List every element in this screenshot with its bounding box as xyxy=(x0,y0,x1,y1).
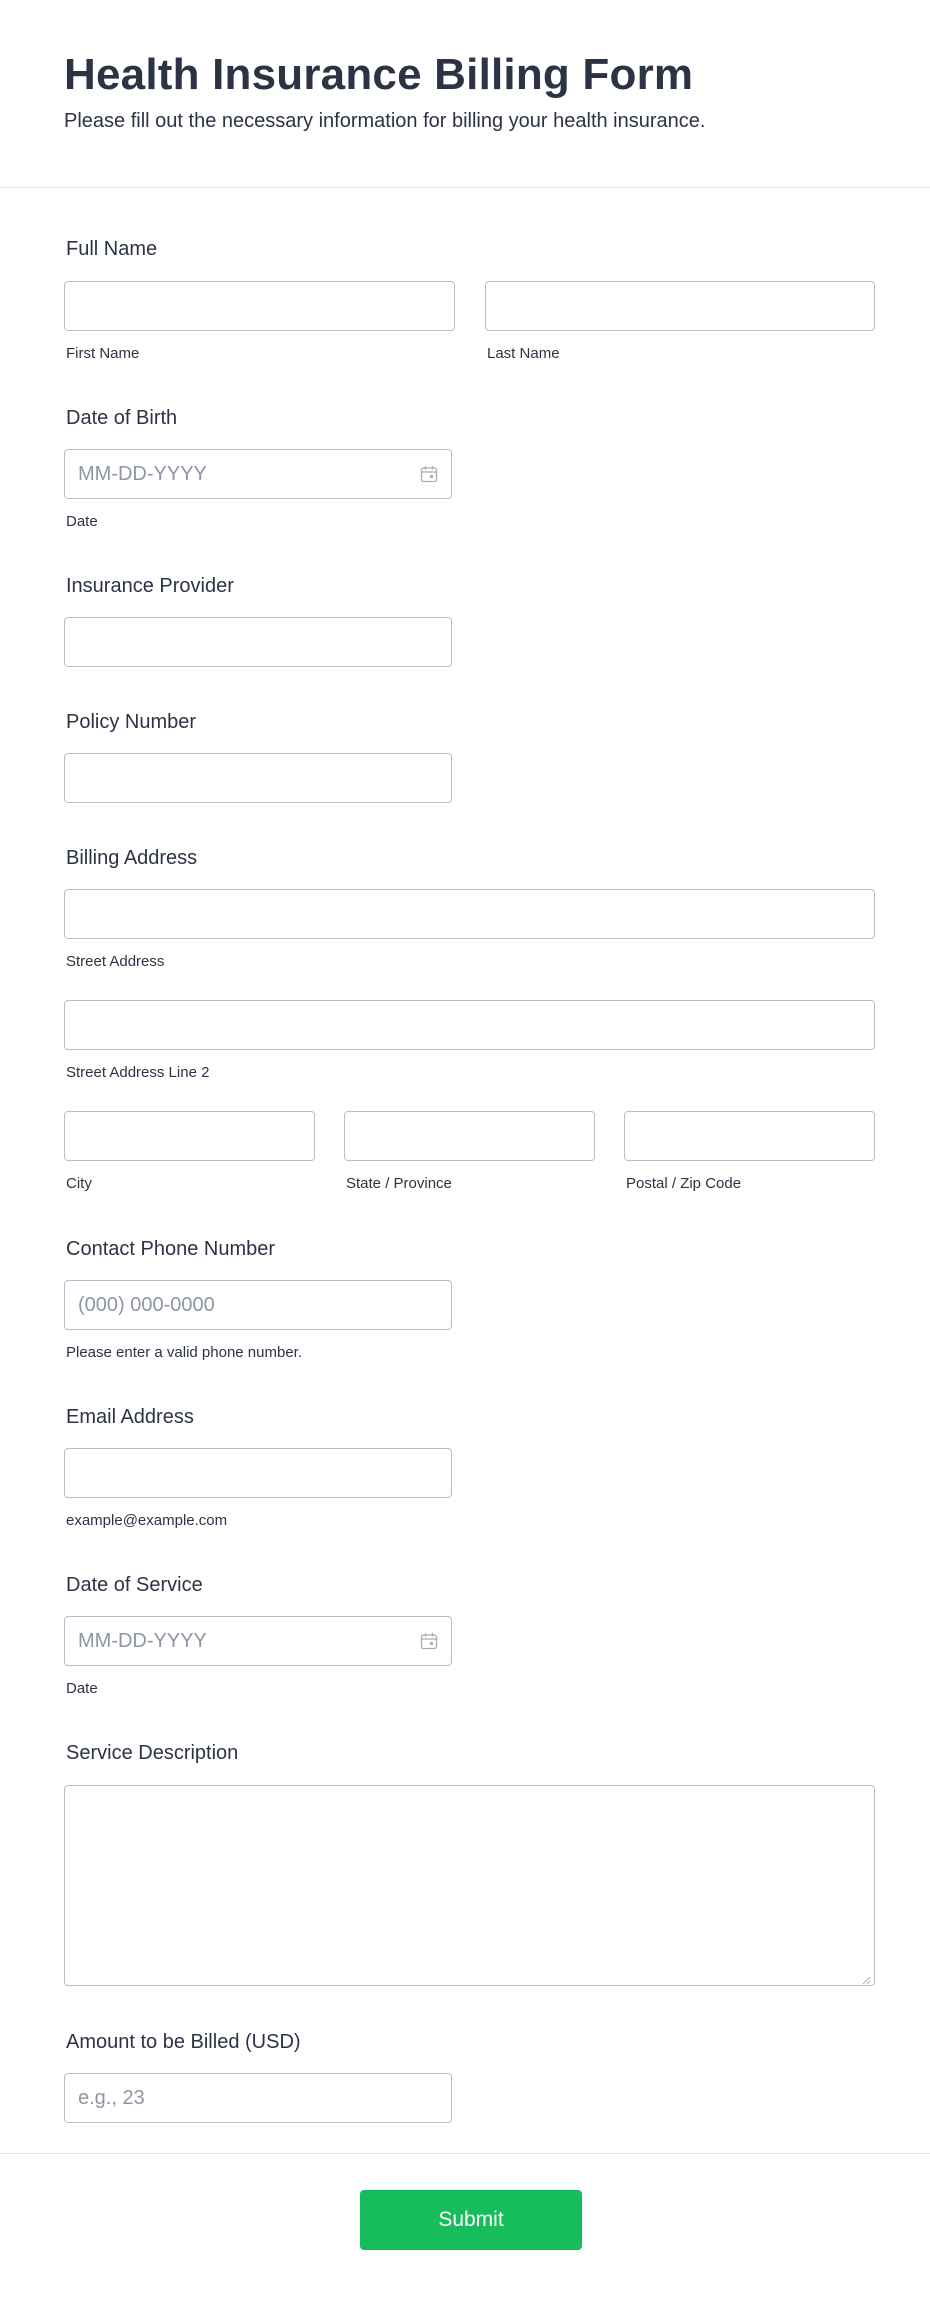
last-name-sublabel: Last Name xyxy=(487,345,560,362)
date-of-service-field[interactable]: MM-DD-YYYY xyxy=(64,1616,452,1666)
service-description-label: Service Description xyxy=(66,1742,239,1764)
first-name-field[interactable] xyxy=(64,281,455,331)
state-province-sublabel: State / Province xyxy=(346,1175,452,1192)
form-header: Health Insurance Billing Form Please fil… xyxy=(0,0,930,188)
submit-button[interactable]: Submit xyxy=(360,2190,582,2250)
full-name-label: Full Name xyxy=(66,238,158,260)
dob-label: Date of Birth xyxy=(66,407,178,429)
phone-placeholder: (000) 000-0000 xyxy=(78,1293,215,1316)
amount-field[interactable]: e.g., 23 xyxy=(64,2073,452,2123)
insurance-provider-label: Insurance Provider xyxy=(66,575,234,597)
dob-placeholder: MM-DD-YYYY xyxy=(78,462,207,485)
city-sublabel: City xyxy=(66,1175,92,1192)
street-address-sublabel: Street Address xyxy=(66,953,165,970)
postal-code-field[interactable] xyxy=(624,1111,875,1161)
form-subtitle: Please fill out the necessary informatio… xyxy=(64,110,706,132)
billing-address-label: Billing Address xyxy=(66,847,198,869)
email-sublabel: example@example.com xyxy=(66,1512,228,1529)
phone-field[interactable]: (000) 000-0000 xyxy=(64,1280,452,1330)
dob-sublabel: Date xyxy=(66,513,98,530)
amount-placeholder: e.g., 23 xyxy=(78,2086,145,2109)
state-province-field[interactable] xyxy=(344,1111,595,1161)
calendar-icon[interactable] xyxy=(420,465,438,483)
calendar-icon[interactable] xyxy=(420,1632,438,1650)
street-address-field[interactable] xyxy=(64,889,875,939)
street-address-line2-field[interactable] xyxy=(64,1000,875,1050)
resize-grip-icon[interactable] xyxy=(861,1972,871,1985)
insurance-provider-field[interactable] xyxy=(64,617,452,667)
date-of-service-sublabel: Date xyxy=(66,1680,98,1697)
email-label: Email Address xyxy=(66,1406,194,1428)
policy-number-label: Policy Number xyxy=(66,711,197,733)
service-description-textarea[interactable] xyxy=(64,1785,875,1986)
phone-sublabel: Please enter a valid phone number. xyxy=(66,1344,302,1361)
form-title: Health Insurance Billing Form xyxy=(64,50,694,99)
street-address-line2-sublabel: Street Address Line 2 xyxy=(66,1064,210,1081)
dob-field[interactable]: MM-DD-YYYY xyxy=(64,449,452,499)
city-field[interactable] xyxy=(64,1111,315,1161)
phone-label: Contact Phone Number xyxy=(66,1238,276,1260)
first-name-sublabel: First Name xyxy=(66,345,140,362)
policy-number-field[interactable] xyxy=(64,753,452,803)
date-of-service-label: Date of Service xyxy=(66,1574,203,1596)
last-name-field[interactable] xyxy=(485,281,875,331)
amount-label: Amount to be Billed (USD) xyxy=(66,2031,301,2053)
email-field[interactable] xyxy=(64,1448,452,1498)
postal-code-sublabel: Postal / Zip Code xyxy=(626,1175,742,1192)
date-of-service-placeholder: MM-DD-YYYY xyxy=(78,1629,207,1652)
